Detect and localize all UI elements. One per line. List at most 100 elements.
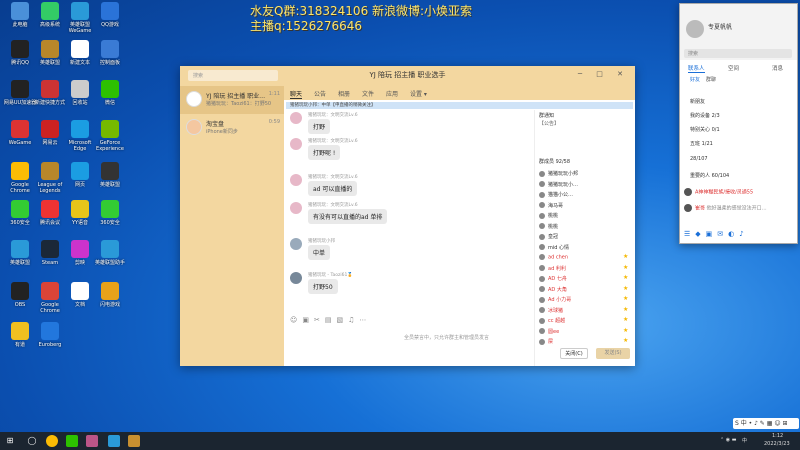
member-item[interactable]: 猪猪玩玩小… [539, 181, 578, 188]
voice-icon[interactable]: ♫ [348, 316, 359, 324]
avatar[interactable] [290, 112, 302, 124]
scissors-icon[interactable]: ✂ [314, 316, 325, 324]
friend-group[interactable]: 我的设备 2/3 [690, 112, 720, 119]
friend-group[interactable]: 特别关心 0/1 [690, 126, 720, 133]
window-controls[interactable]: ─ □ ✕ [578, 70, 629, 78]
sender-name: 猪猪玩玩：文明交流Lv.6 [308, 113, 358, 118]
desktop-icon[interactable]: Euroberg [32, 322, 68, 348]
folder-icon[interactable]: ▤ [325, 316, 337, 324]
menu-icon[interactable]: ☰ [684, 230, 695, 238]
nickname[interactable]: 专夏帆帆 [708, 22, 732, 31]
tab-album[interactable]: 相册 [338, 89, 350, 98]
app-icon[interactable] [108, 435, 120, 447]
desktop-icon[interactable]: 360安全 [92, 200, 128, 226]
file-icon[interactable]: ▣ [706, 230, 718, 238]
desktop-icon[interactable]: GeForce Experience [92, 120, 128, 152]
message-bubble: 中单 [308, 245, 331, 260]
send-button[interactable]: 发送(S) [596, 348, 630, 359]
member-item[interactable]: AD 大角 [539, 286, 567, 293]
subtab-groups[interactable]: 群聊 [706, 76, 716, 83]
mail-icon[interactable]: ✉ [717, 230, 728, 238]
game-icon[interactable]: ◐ [728, 230, 739, 238]
chrome-icon[interactable] [46, 435, 58, 447]
conversation-item[interactable]: YJ 陪玩 招主播 职业… 猪猪玩玩：Taozi61：打野50 1:11 [180, 86, 284, 114]
desktop-icon[interactable]: 控制面板 [92, 40, 128, 66]
friend-group[interactable]: 28/107 [690, 156, 708, 162]
avatar[interactable] [290, 202, 302, 214]
member-item[interactable]: 猫猫小公… [539, 191, 573, 198]
member-item[interactable]: 猪猪玩玩小邦 [539, 170, 578, 177]
desktop-icon[interactable]: 微信 [92, 80, 128, 106]
desktop-icon[interactable]: QQ游戏 [92, 2, 128, 28]
lol-icon [41, 40, 59, 58]
desktop-icon[interactable]: 英雄联盟助手 [92, 240, 128, 266]
member-item[interactable]: mid 心情 [539, 244, 569, 251]
conversation-name: 淘宝盘 [206, 121, 225, 128]
ime-toolbar[interactable]: S 中 • ♪ ✎ ▦ ☺ ⊞ [733, 418, 799, 429]
start-icon[interactable]: ⊞ [4, 435, 16, 447]
member-item[interactable]: 皇冠 [539, 233, 558, 240]
desktop-icon-label: Euroberg [38, 342, 62, 348]
member-name: mid 心情 [548, 244, 570, 251]
tab-messages[interactable]: 消息 [772, 64, 783, 72]
search-icon[interactable]: ◯ [26, 435, 38, 447]
contact-item[interactable]: A神神糊民族/接收/灵通55 [684, 188, 753, 196]
tab-contacts[interactable]: 联系人 [688, 64, 705, 73]
close-button[interactable]: 关闭(C) [560, 348, 588, 359]
avatar[interactable] [686, 20, 704, 38]
tab-announcement[interactable]: 公告 [314, 89, 326, 98]
clock-time[interactable]: 1:12 [772, 433, 783, 439]
message-bubble: 打野呢 ! [308, 145, 341, 160]
member-name: 桃桃 [548, 223, 559, 230]
member-item[interactable]: 海马哥 [539, 202, 563, 209]
desktop-icon[interactable]: 闪电游戏 [92, 282, 128, 308]
chat-titlebar[interactable]: 搜索 YJ 陪玩 招主播 职业选手 ─ □ ✕ [180, 66, 635, 86]
member-item[interactable]: ad 利利 [539, 265, 566, 272]
member-item[interactable]: AD 七舟 [539, 275, 567, 282]
member-item[interactable]: 冰球猪 [539, 307, 563, 314]
member-item[interactable]: 圆ee [539, 328, 559, 335]
contact-search-input[interactable]: 搜索 [684, 49, 792, 58]
avatar[interactable] [290, 272, 302, 284]
tab-apps[interactable]: 应用 [386, 89, 398, 98]
yy-icon [71, 200, 89, 218]
tab-space[interactable]: 空间 [728, 64, 739, 72]
app-icon[interactable]: ◆ [695, 230, 705, 238]
friend-group[interactable]: 五班 1/21 [690, 140, 713, 147]
gif-icon[interactable]: ▣ [302, 316, 314, 324]
steam-icon [41, 240, 59, 258]
message-bubble: 有没有可以直播的ad 单排 [308, 209, 388, 224]
friend-group[interactable]: 重要的人 60/104 [690, 172, 729, 179]
image-icon[interactable]: ▧ [336, 316, 348, 324]
desktop-icon-label: 闪电游戏 [99, 302, 120, 308]
member-item[interactable]: Ad 小力哥 [539, 296, 571, 303]
ime-indicator[interactable]: 中 [742, 437, 747, 444]
avatar[interactable] [290, 174, 302, 186]
desktop-icon[interactable]: 英雄联盟 [92, 162, 128, 188]
avatar[interactable] [290, 138, 302, 150]
clock-date[interactable]: 2022/3/23 [764, 441, 790, 447]
member-item[interactable]: 桃桃 [539, 212, 558, 219]
member-item[interactable]: 桃桃 [539, 223, 558, 230]
more-icon[interactable]: ⋯ [359, 316, 371, 324]
tray-icons[interactable]: ⌃ ◉ ▬ [720, 437, 736, 443]
member-item[interactable]: ad chen [539, 254, 568, 261]
conversation-item[interactable]: 淘宝盘 iPhone新同步 0:59 [180, 114, 284, 142]
member-item[interactable]: 屎 [539, 338, 553, 345]
tab-chat[interactable]: 聊天 [290, 89, 303, 99]
friend-group[interactable]: 新朋友 [690, 98, 705, 105]
contact-item[interactable]: 崔哥 他好温柔的感觉没法开口… [684, 204, 767, 212]
emoji-icon[interactable]: ☺ [290, 316, 302, 324]
music-icon[interactable]: ♪ [739, 230, 748, 238]
wechat-icon[interactable] [66, 435, 78, 447]
subtab-friends[interactable]: 好友 [690, 76, 700, 83]
pinned-notice[interactable]: 猪猪玩玩小邦：中单【申直播的稍微关注】 [286, 102, 633, 109]
avatar[interactable] [290, 238, 302, 250]
avatar [539, 212, 545, 219]
qq-icon[interactable] [86, 435, 98, 447]
tab-files[interactable]: 文件 [362, 89, 374, 98]
tab-settings[interactable]: 设置 ▾ [410, 89, 427, 98]
folder-icon[interactable] [128, 435, 140, 447]
avatar [539, 181, 545, 187]
taskbar: ⊞ ◯ ⌃ ◉ ▬ 中 1:12 2022/3/23 [0, 432, 800, 450]
